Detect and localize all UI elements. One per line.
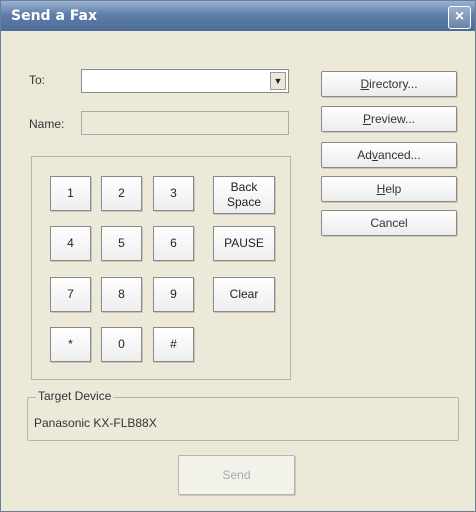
cancel-button[interactable]: Cancel (321, 210, 457, 236)
preview-label: review... (371, 112, 416, 126)
backspace-line2: Space (226, 195, 262, 209)
advanced-label-pre: Ad (357, 148, 372, 162)
key-2[interactable]: 2 (101, 176, 142, 211)
target-device-value: Panasonic KX-FLB88X (34, 416, 157, 430)
key-0[interactable]: 0 (101, 327, 142, 362)
advanced-label: anced... (377, 148, 421, 162)
to-label: To: (29, 73, 46, 87)
help-button[interactable]: Help (321, 176, 457, 202)
help-label: elp (385, 182, 402, 196)
directory-button[interactable]: Directory... (321, 71, 457, 97)
directory-accel: D (360, 77, 370, 91)
preview-accel: P (362, 112, 371, 126)
key-4[interactable]: 4 (50, 226, 91, 261)
key-5[interactable]: 5 (101, 226, 142, 261)
key-1[interactable]: 1 (50, 176, 91, 211)
advanced-button[interactable]: Advanced... (321, 142, 457, 168)
pause-button[interactable]: PAUSE (213, 226, 275, 261)
backspace-button[interactable]: Back Space (213, 176, 275, 214)
backspace-line1: Back (230, 180, 258, 194)
send-button[interactable]: Send (178, 455, 295, 495)
target-device-group: Target Device Panasonic KX-FLB88X (27, 389, 459, 441)
key-star[interactable]: * (50, 327, 91, 362)
send-fax-dialog: Send a Fax × To: ▼ Name: Directory... Pr… (0, 0, 476, 512)
name-field[interactable] (81, 111, 289, 135)
key-3[interactable]: 3 (153, 176, 194, 211)
close-icon[interactable]: × (448, 6, 471, 29)
window-title: Send a Fax (11, 8, 97, 24)
key-7[interactable]: 7 (50, 277, 91, 312)
clear-button[interactable]: Clear (213, 277, 275, 312)
key-6[interactable]: 6 (153, 226, 194, 261)
key-8[interactable]: 8 (101, 277, 142, 312)
chevron-down-icon[interactable]: ▼ (270, 72, 286, 90)
target-device-title: Target Device (36, 389, 114, 403)
preview-button[interactable]: Preview... (321, 106, 457, 132)
key-hash[interactable]: # (153, 327, 194, 362)
directory-label: irectory... (369, 77, 418, 91)
cancel-label: Cancel (370, 216, 408, 230)
name-label: Name: (29, 117, 65, 131)
help-accel: H (376, 182, 386, 196)
title-bar: Send a Fax × (1, 1, 475, 31)
key-9[interactable]: 9 (153, 277, 194, 312)
to-combobox[interactable]: ▼ (81, 69, 289, 93)
